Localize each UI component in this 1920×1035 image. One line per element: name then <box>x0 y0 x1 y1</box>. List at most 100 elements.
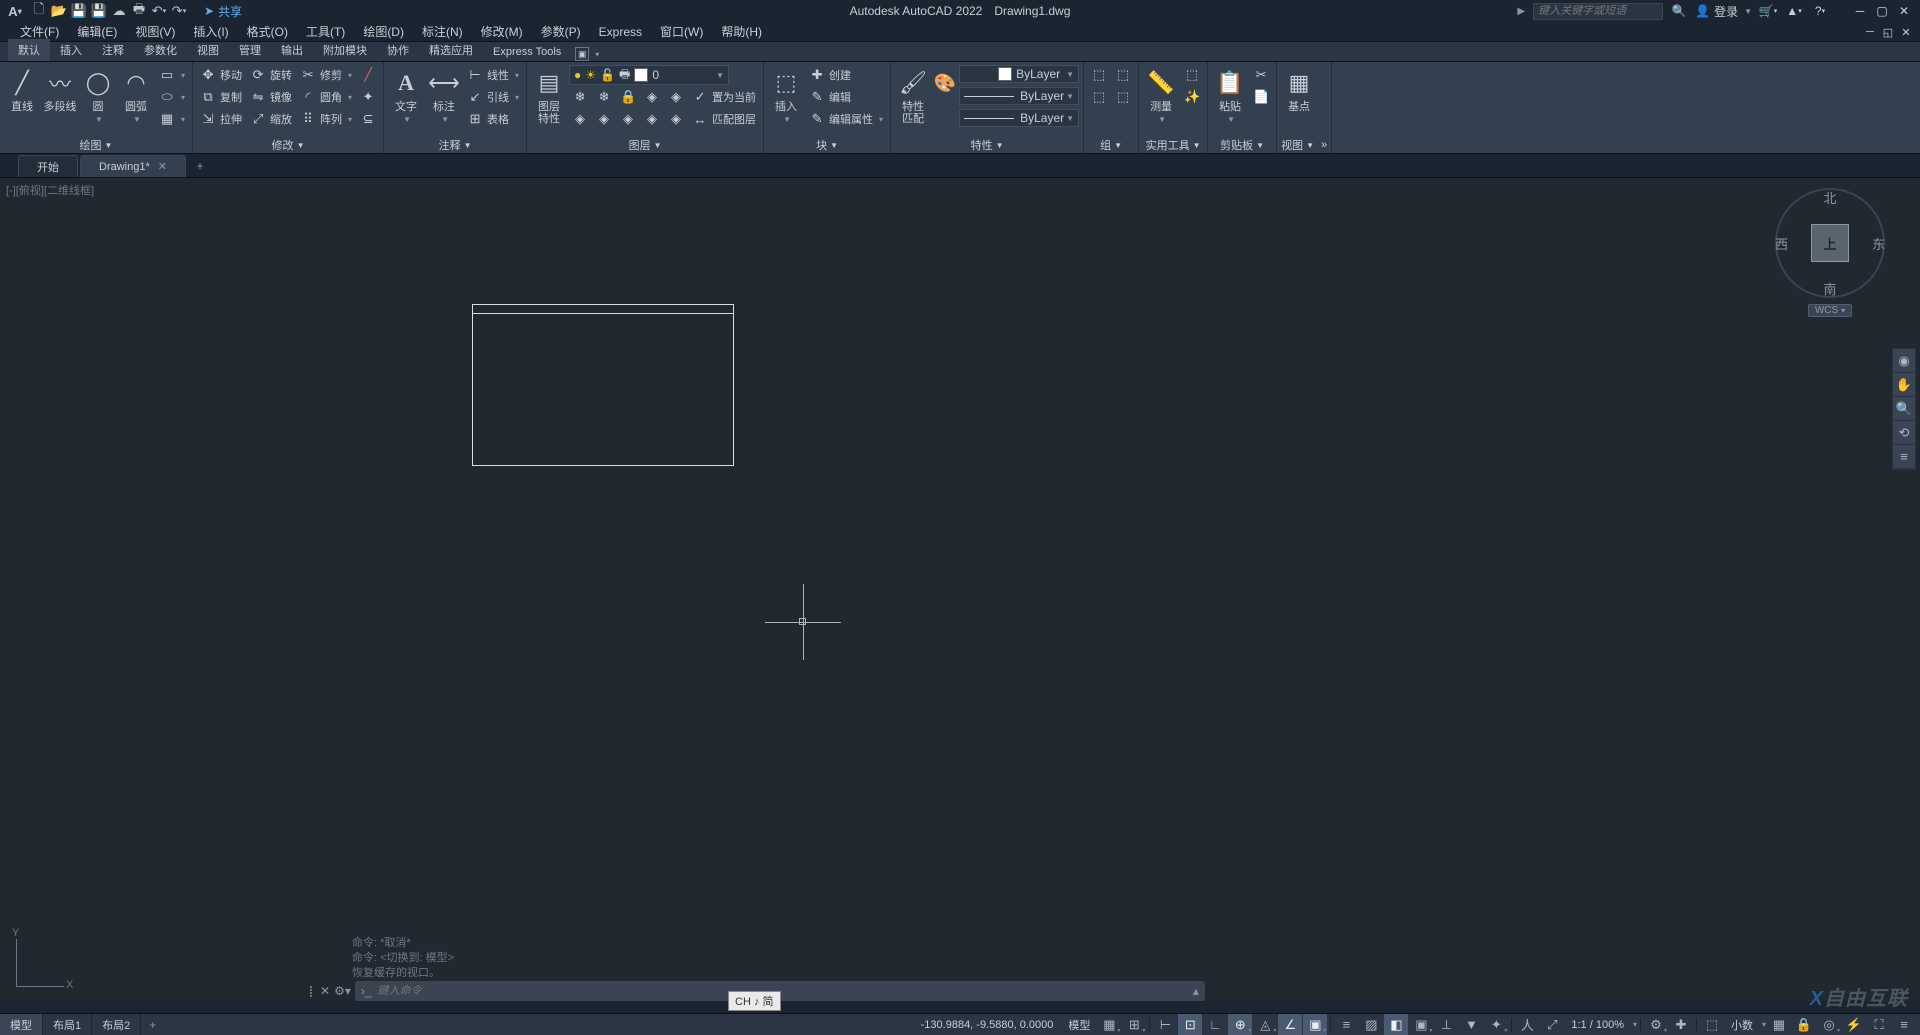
panel-view-title[interactable]: 视图▼» <box>1281 137 1327 153</box>
app-logo-icon[interactable]: A▾ <box>6 2 24 20</box>
menu-window[interactable]: 窗口(W) <box>652 21 711 42</box>
erase-button[interactable]: ╱ <box>357 65 379 85</box>
drawn-rectangle[interactable] <box>472 304 734 466</box>
dimension-button[interactable]: ⟷标注▼ <box>426 65 462 137</box>
close-button[interactable]: ✕ <box>1894 2 1914 20</box>
autodesk-app-icon[interactable]: ▲▾ <box>1784 1 1804 21</box>
new-icon[interactable]: 🗋 <box>30 2 48 20</box>
panel-block-title[interactable]: 块▼ <box>768 137 886 153</box>
util-btn1[interactable]: ⬚ <box>1181 65 1203 85</box>
group-btn3[interactable]: ⬚ <box>1112 65 1134 85</box>
otrack-toggle[interactable]: ∠ <box>1278 1014 1302 1035</box>
tab-close-icon[interactable]: ✕ <box>158 160 167 173</box>
copy-clip-btn[interactable]: 📄 <box>1250 87 1272 107</box>
mdi-restore[interactable]: ◱ <box>1880 24 1896 40</box>
saveas-icon[interactable]: 💾 <box>90 2 108 20</box>
move-button[interactable]: ✥移动 <box>197 65 245 85</box>
search-input[interactable] <box>1538 5 1658 17</box>
cut-btn[interactable]: ✂ <box>1250 65 1272 85</box>
nav-wheel-icon[interactable]: ◉ <box>1893 349 1915 373</box>
layer-lock-btn[interactable]: 🔒 <box>617 87 639 107</box>
units-label[interactable]: 小数 <box>1725 1017 1759 1033</box>
viewcube-west[interactable]: 西 <box>1775 234 1788 253</box>
linetype-combo[interactable]: ByLayer▼ <box>959 109 1079 127</box>
panel-draw-title[interactable]: 绘图▼ <box>4 137 188 153</box>
table-button[interactable]: ⊞表格 <box>464 109 522 129</box>
arc-button[interactable]: ◠圆弧▼ <box>118 65 154 137</box>
offset-button[interactable]: ⊆ <box>357 109 379 129</box>
clean-screen[interactable]: ⛶ <box>1867 1014 1891 1035</box>
polar-toggle[interactable]: ⊕▾ <box>1228 1014 1252 1035</box>
layer-combo[interactable]: ● ☀ 🔓 🖶 0 ▼ <box>569 65 729 85</box>
line-button[interactable]: ╱直线 <box>4 65 40 137</box>
plot-icon[interactable]: 🖶 <box>130 2 148 20</box>
circle-button[interactable]: ◯圆▼ <box>80 65 116 137</box>
help-icon[interactable]: ?▾ <box>1810 1 1830 21</box>
layer-btn10[interactable]: ◈ <box>665 109 687 129</box>
layer-freeze-btn[interactable]: ❄ <box>593 87 615 107</box>
layer-btn8[interactable]: ◈ <box>617 109 639 129</box>
tab-start[interactable]: 开始 <box>18 155 78 177</box>
tab-add-button[interactable]: + <box>188 155 212 177</box>
util-btn2[interactable]: ✨ <box>1181 87 1203 107</box>
ellipse-button[interactable]: ⬭▾ <box>156 87 188 107</box>
panel-util-title[interactable]: 实用工具▼ <box>1143 137 1203 153</box>
redo-icon[interactable]: ↷▾ <box>170 2 188 20</box>
command-input[interactable] <box>378 985 1187 997</box>
explode-button[interactable]: ✦ <box>357 87 379 107</box>
layer-properties-button[interactable]: ▤图层 特性 <box>531 65 567 137</box>
cmd-drag-handle[interactable] <box>306 986 316 997</box>
nav-zoom-icon[interactable]: 🔍 <box>1893 397 1915 421</box>
lineweight-toggle[interactable]: ≡ <box>1334 1014 1358 1035</box>
match-layer-btn[interactable]: ↔匹配图层 <box>689 109 759 129</box>
props-palette-button[interactable]: 🎨 <box>933 65 957 137</box>
fillet-button[interactable]: ◜圆角▾ <box>297 87 355 107</box>
snap-toggle[interactable]: ⊞▾ <box>1122 1014 1146 1035</box>
transparency-toggle[interactable]: ▨ <box>1359 1014 1383 1035</box>
login-button[interactable]: 👤 登录 ▼ <box>1695 3 1752 20</box>
nav-pan-icon[interactable]: ✋ <box>1893 373 1915 397</box>
maximize-button[interactable]: ▢ <box>1872 2 1892 20</box>
dynamic-input-toggle[interactable]: ⊡ <box>1178 1014 1202 1035</box>
color-combo[interactable]: ByLayer▼ <box>959 65 1079 83</box>
rtab-annotate[interactable]: 注释 <box>92 39 134 61</box>
workspace-switch[interactable]: ⚙▾ <box>1644 1014 1668 1035</box>
annotation-monitor[interactable]: ✚ <box>1669 1014 1693 1035</box>
hatch-button[interactable]: ▦▾ <box>156 109 188 129</box>
panel-annot-title[interactable]: 注释▼ <box>388 137 522 153</box>
viewport-label[interactable]: [-][俯视][二维线框] <box>6 182 94 198</box>
panel-clip-title[interactable]: 剪贴板▼ <box>1212 137 1272 153</box>
share-button[interactable]: ➤ 共享 <box>204 3 242 20</box>
layer-iso-btn[interactable]: ◈ <box>641 87 663 107</box>
panel-group-title[interactable]: 组▼ <box>1088 137 1134 153</box>
scale-button[interactable]: ⤢缩放 <box>247 109 295 129</box>
selection-cycling[interactable]: ◧ <box>1384 1014 1408 1035</box>
mdi-close[interactable]: ✕ <box>1898 24 1914 40</box>
selection-filter[interactable]: ▼ <box>1459 1014 1483 1035</box>
osnap-toggle[interactable]: ▣▾ <box>1303 1014 1327 1035</box>
leader-button[interactable]: ↙引线▾ <box>464 87 522 107</box>
group-edit-btn[interactable]: ⬚ <box>1088 87 1110 107</box>
panel-layer-title[interactable]: 图层▼ <box>531 137 759 153</box>
viewcube-south[interactable]: 南 <box>1823 279 1836 298</box>
insert-block-button[interactable]: ⬚插入▼ <box>768 65 804 137</box>
model-space-toggle[interactable]: 模型 <box>1062 1017 1096 1033</box>
paste-button[interactable]: 📋粘贴▼ <box>1212 65 1248 137</box>
dynamic-ucs-toggle[interactable]: ⊥ <box>1434 1014 1458 1035</box>
edit-block-btn[interactable]: ✎编辑 <box>806 87 886 107</box>
edit-attr-btn[interactable]: ✎编辑属性▾ <box>806 109 886 129</box>
coordinates[interactable]: -130.9884, -9.5880, 0.0000 <box>913 1019 1062 1031</box>
basepoint-button[interactable]: ▦基点 <box>1281 65 1317 137</box>
web-save-icon[interactable]: ☁ <box>110 2 128 20</box>
3dosnap-toggle[interactable]: ▣▾ <box>1409 1014 1433 1035</box>
copy-button[interactable]: ⧉复制 <box>197 87 245 107</box>
rtab-express[interactable]: Express Tools <box>483 43 571 61</box>
viewcube-east[interactable]: 东 <box>1872 234 1885 253</box>
panel-modify-title[interactable]: 修改▼ <box>197 137 379 153</box>
rtab-insert[interactable]: 插入 <box>50 39 92 61</box>
viewcube-north[interactable]: 北 <box>1823 188 1836 207</box>
lineweight-combo[interactable]: ByLayer▼ <box>959 87 1079 105</box>
minimize-button[interactable]: ─ <box>1850 2 1870 20</box>
text-button[interactable]: A文字▼ <box>388 65 424 137</box>
cmd-options-icon[interactable]: ⚙▾ <box>334 984 351 998</box>
